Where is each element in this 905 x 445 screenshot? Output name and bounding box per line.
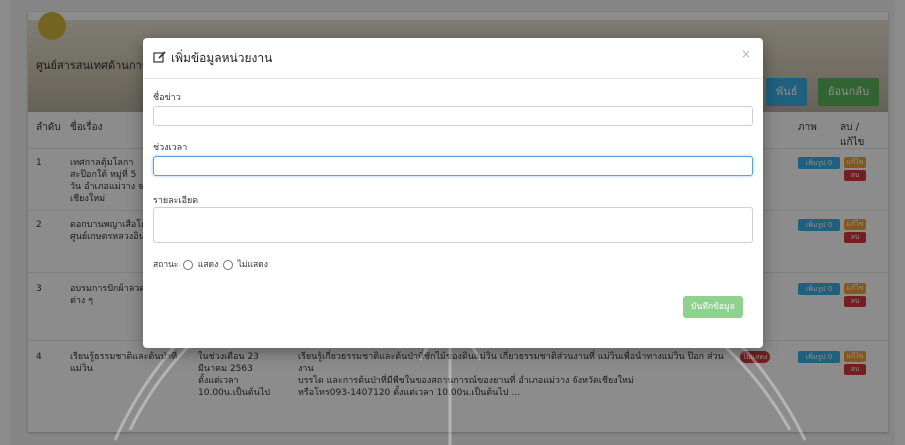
modal-title: เพิ่มข้อมูลหน่วยงาน — [171, 51, 273, 65]
detail-field-label: รายละเอียด — [153, 196, 199, 206]
time-field-label: ช่วงเวลา — [153, 143, 188, 153]
time-input[interactable] — [153, 156, 753, 176]
title-field-label: ชื่อข่าว — [153, 93, 181, 103]
add-unit-modal: เพิ่มข้อมูลหน่วยงาน × ชื่อข่าว ช่วงเวลา … — [143, 38, 763, 348]
status-show-label: แสดง — [197, 260, 219, 270]
status-hide-radio[interactable] — [222, 259, 233, 270]
save-button[interactable]: บันทึกข้อมูล — [683, 296, 743, 318]
modal-header: เพิ่มข้อมูลหน่วยงาน × — [143, 38, 763, 79]
detail-textarea[interactable] — [153, 207, 753, 243]
status-hide-label: ไม่แสดง — [237, 260, 268, 270]
edit-icon — [153, 51, 166, 63]
close-icon[interactable]: × — [741, 47, 751, 61]
status-show-radio[interactable] — [183, 259, 194, 270]
title-input[interactable] — [153, 106, 753, 126]
status-label: สถานะ — [153, 260, 179, 270]
status-row: สถานะ แสดง ไม่แสดง — [153, 257, 268, 271]
